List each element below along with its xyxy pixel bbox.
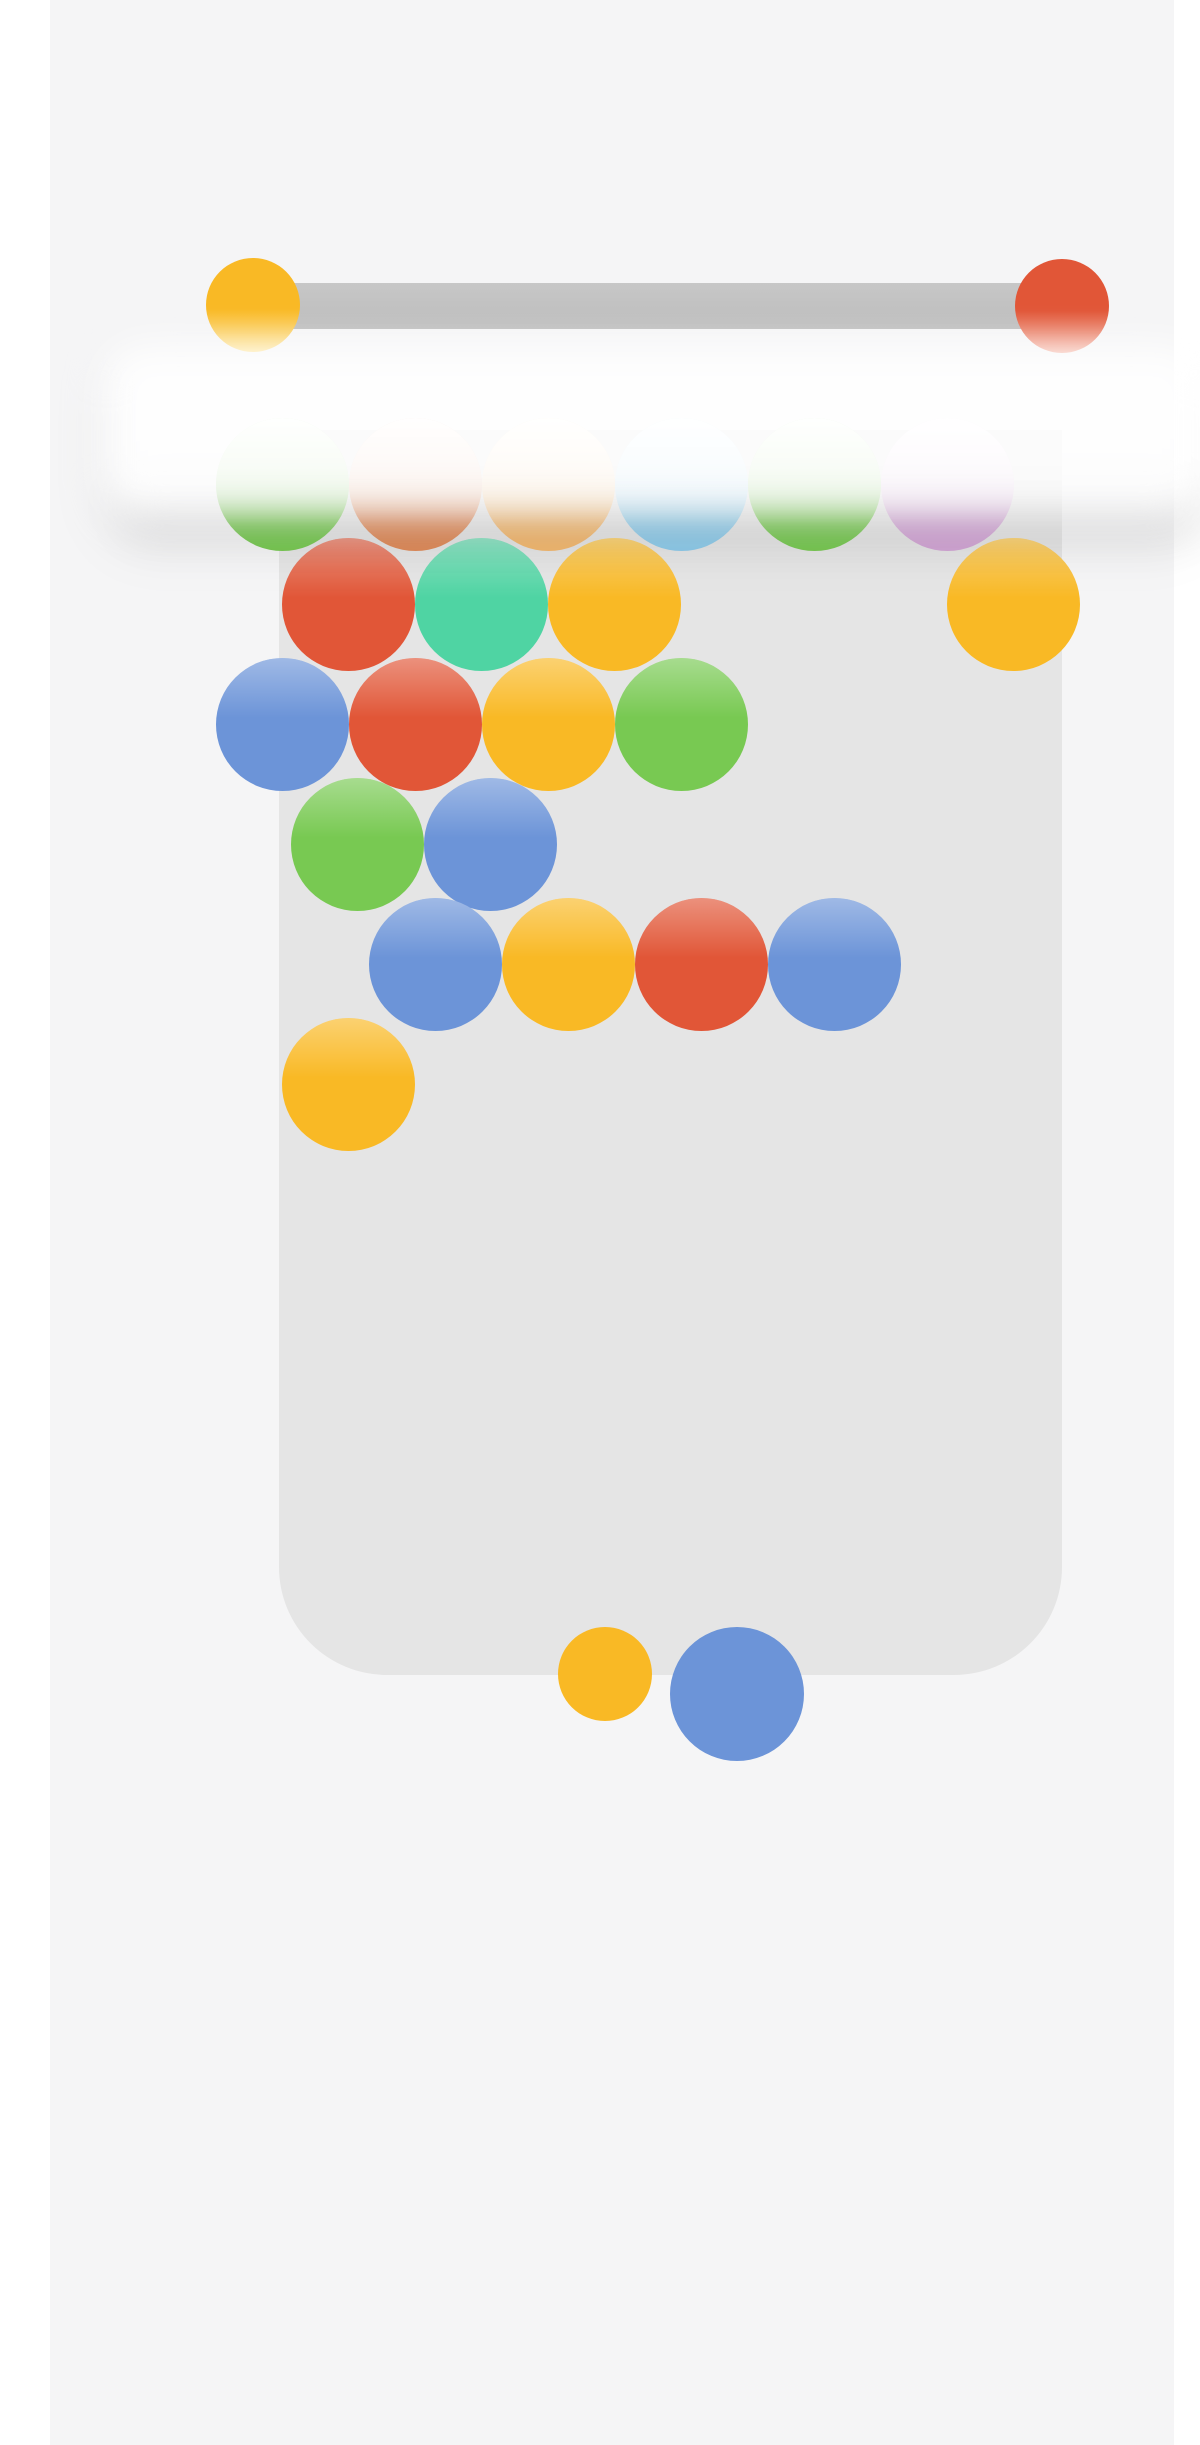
next-bubble[interactable] bbox=[558, 1627, 652, 1721]
bubble-yellow bbox=[502, 898, 635, 1031]
bubble-teal bbox=[415, 538, 548, 671]
bubble-blue bbox=[424, 778, 557, 911]
bubble-red bbox=[349, 658, 482, 791]
game-stage bbox=[50, 0, 1200, 2445]
bubble-yellow bbox=[548, 538, 681, 671]
bubble-red bbox=[635, 898, 768, 1031]
bubble-green bbox=[291, 778, 424, 911]
bubble-yellow bbox=[482, 658, 615, 791]
bubble-green bbox=[615, 658, 748, 791]
progress-goal-bubble bbox=[1015, 259, 1109, 353]
bubble-blue bbox=[369, 898, 502, 1031]
bubble-yellow bbox=[947, 538, 1080, 671]
current-shooter-bubble[interactable] bbox=[670, 1627, 804, 1761]
bubble-blue bbox=[216, 658, 349, 791]
bubble-blue bbox=[768, 898, 901, 1031]
bubble-yellow bbox=[282, 1018, 415, 1151]
level-progress-bar bbox=[280, 283, 1060, 329]
bubble-red bbox=[282, 538, 415, 671]
progress-start-bubble bbox=[206, 258, 300, 352]
ceiling-mist bbox=[105, 345, 1200, 515]
